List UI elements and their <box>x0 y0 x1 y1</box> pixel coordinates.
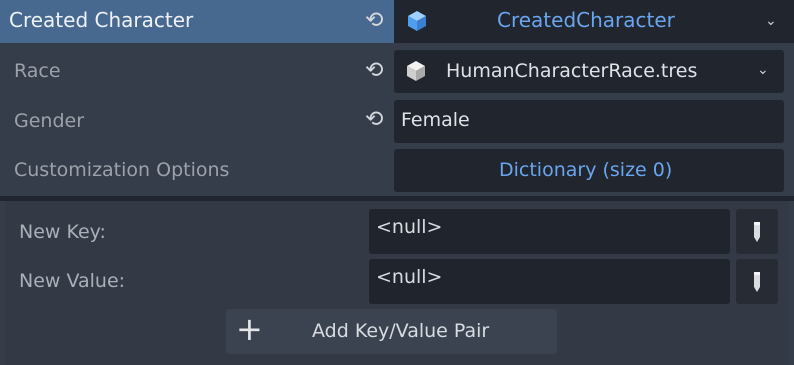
pencil-icon <box>754 272 760 292</box>
property-label-race: Race <box>14 60 61 82</box>
property-label-gender: Gender <box>14 110 85 132</box>
revert-icon[interactable]: ⟲ <box>365 10 383 32</box>
gender-value: Female <box>401 109 470 131</box>
new-value-value: <null> <box>376 266 443 288</box>
add-key-value-pair-label: Add Key/Value Pair <box>312 320 490 342</box>
property-label-created-character: Created Character <box>9 8 194 32</box>
new-key-label: New Key: <box>19 221 106 243</box>
revert-icon[interactable]: ⟲ <box>365 109 383 131</box>
revert-icon[interactable]: ⟲ <box>365 60 383 82</box>
dictionary-summary: Dictionary (size 0) <box>499 159 673 181</box>
plus-icon: + <box>236 310 263 348</box>
cube-icon <box>408 11 426 31</box>
race-resource-name: HumanCharacterRace.tres <box>446 60 698 82</box>
chevron-down-icon[interactable]: ⌄ <box>765 13 777 29</box>
property-label-customization-options: Customization Options <box>14 159 230 181</box>
resource-name: CreatedCharacter <box>497 8 675 32</box>
cube-icon <box>407 61 425 81</box>
chevron-down-icon[interactable]: ⌄ <box>757 62 769 78</box>
new-key-value: <null> <box>376 216 443 238</box>
new-value-label: New Value: <box>19 270 126 292</box>
pencil-icon <box>754 222 760 242</box>
